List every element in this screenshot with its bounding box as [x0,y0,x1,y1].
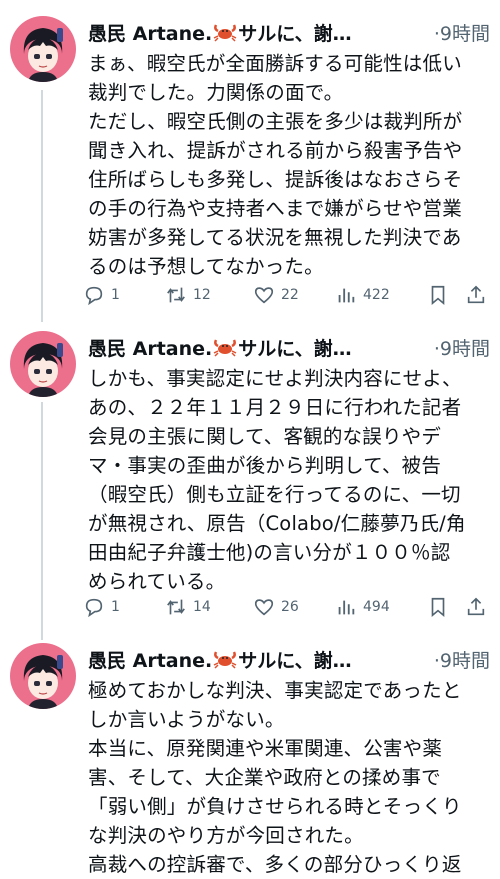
retweet-count: 12 [193,287,211,303]
tweet-line: な判決のやり方が今回された。 [88,824,364,847]
reply-count: 1 [111,599,120,615]
author-name-suffix[interactable]: サルに、謝… [238,334,351,361]
crab-emoji-icon [213,339,237,357]
tweet-timestamp[interactable]: ·9時間 [434,19,490,46]
bookmark-icon [431,597,445,618]
crab-emoji-icon [213,24,237,42]
tweet-text: まぁ、暇空氏が全面勝訴する可能性は低い 裁判でした。力関係の面で。 ただし、暇空… [88,49,493,281]
share-icon [467,285,485,304]
tweet-line: 「弱い側」が負けさせられる時とそっくり [88,795,462,818]
retweet-count: 14 [193,599,211,615]
heart-icon [254,599,274,616]
tweet-line: 妨害が多発してる状況を無視した判決であ [88,226,462,249]
tweet-line: るのは予想してなかった。 [88,255,324,278]
views-count: 422 [363,287,390,303]
tweet-line: 田由紀子弁護士他)の言い分が１００％認 [88,541,451,564]
tweet-line: あの、２２年１１月２９日に行われた記者 [88,396,462,419]
tweet-line: （暇空氏）側も立証を行ってるのに、一切 [88,483,461,506]
tweet-header: 愚民 Artane. サルに、謝… ·9時間 [88,331,490,363]
thread-connector-line [41,90,43,322]
thread-connector-line [41,402,43,640]
bookmark-button[interactable] [427,284,465,306]
views-count: 494 [363,599,390,615]
tweet-header: 愚民 Artane. サルに、謝… ·9時間 [88,16,490,48]
tweet-line: 本当に、原発関連や米軍関連、公害や薬 [88,737,443,760]
tweet-line: ただし、暇空氏側の主張を多少は裁判所が [88,110,463,133]
tweet-actions: 1 12 22 422 [83,280,493,310]
crab-emoji-icon [213,651,237,669]
avatar[interactable] [10,16,76,82]
tweet-line: 害、そして、大企業や政府との揉め事で [88,766,441,789]
tweet-line: しか言いようがない。 [88,708,285,731]
tweet-line: 裁判でした。力関係の面で。 [88,81,344,104]
like-button[interactable]: 22 [253,284,335,306]
reply-count: 1 [111,287,120,303]
retweet-button[interactable]: 14 [165,596,253,618]
tweet-header: 愚民 Artane. サルに、謝… ·9時間 [88,643,490,675]
views-icon [338,600,355,615]
tweet-text: 極めておかしな判決、事実認定であったと しか言いようがない。 本当に、原発関連や… [88,676,493,879]
author-name-suffix[interactable]: サルに、謝… [238,646,351,673]
avatar[interactable] [10,643,76,709]
tweet-timestamp[interactable]: ·9時間 [434,646,490,673]
like-button[interactable]: 26 [253,596,335,618]
tweet-actions: 1 14 26 494 [83,592,493,622]
author-name[interactable]: 愚民 Artane. [88,646,212,673]
tweet-line: 聞き入れ、提訴がされる前から殺害予告や [88,139,463,162]
views-button[interactable]: 422 [335,284,427,306]
reply-button[interactable]: 1 [83,284,165,306]
tweet-line: 住所ばらしも多発し、提訴後はなおさらそ [88,168,463,191]
tweet-line: マ・事実の歪曲が後から判明して、被告 [88,454,442,477]
tweet-line: 会見の主張に関して、客観的な誤りやデ [88,425,442,448]
reply-button[interactable]: 1 [83,596,165,618]
heart-icon [254,287,274,304]
author-name[interactable]: 愚民 Artane. [88,334,212,361]
retweet-icon [167,287,185,303]
tweet-line: が無視され、原告（Colabo/仁藤夢乃氏/角 [88,512,466,535]
tweet-line: まぁ、暇空氏が全面勝訴する可能性は低い [88,52,462,75]
tweet-line: 極めておかしな判決、事実認定であったと [88,679,462,702]
views-button[interactable]: 494 [335,596,427,618]
like-count: 26 [281,599,299,615]
tweet-line: 高裁への控訴審で、多くの部分ひっくり返 [88,853,462,876]
author-name-suffix[interactable]: サルに、謝… [238,19,351,46]
tweet-timestamp[interactable]: ·9時間 [434,334,490,361]
views-icon [338,288,355,303]
bookmark-button[interactable] [427,596,465,618]
reply-icon [85,286,103,306]
share-button[interactable] [465,284,487,306]
share-button[interactable] [465,596,487,618]
retweet-button[interactable]: 12 [165,284,253,306]
bookmark-icon [431,285,445,306]
tweet-text: しかも、事実認定にせよ判決内容にせよ、 あの、２２年１１月２９日に行われた記者 … [88,364,493,596]
tweet-line: の手の行為や支持者へまで嫌がらせや営業 [88,197,462,220]
reply-icon [85,598,103,618]
tweet-line: しかも、事実認定にせよ判決内容にせよ、 [88,367,462,390]
retweet-icon [167,599,185,615]
share-icon [467,597,485,616]
author-name[interactable]: 愚民 Artane. [88,19,212,46]
like-count: 22 [281,287,299,303]
avatar[interactable] [10,331,76,397]
